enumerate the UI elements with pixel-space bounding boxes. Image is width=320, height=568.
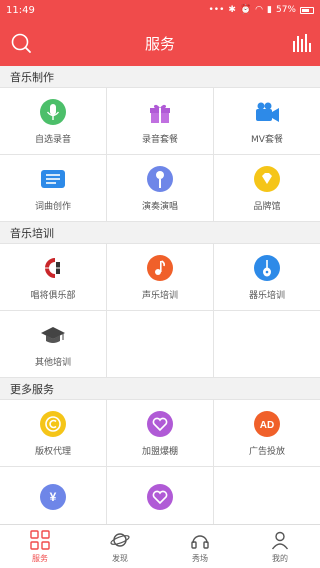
service-performance[interactable]: 演奏演唱 [107, 155, 213, 221]
battery-percent: 57% [275, 5, 296, 15]
service-other-training[interactable]: 其他培训 [0, 311, 106, 377]
status-bar: 11:49 ••• ✱ ⏰ ◠ ▮ 57% [0, 0, 320, 20]
dots-icon: ••• [208, 5, 225, 15]
graduation-cap-icon [41, 326, 65, 343]
svg-text:AD: AD [260, 420, 274, 431]
service-recording-package[interactable]: 录音套餐 [107, 88, 213, 154]
tab-service[interactable]: 服务 [0, 525, 80, 568]
app-bar: 服务 [0, 20, 320, 66]
section-title-more: 更多服务 [0, 378, 320, 399]
music-chart-icon[interactable] [290, 32, 312, 54]
section-title-production: 音乐制作 [0, 66, 320, 87]
service-content: 音乐制作 自选录音 录音套餐 MV套餐 词曲创作 演奏演唱 品牌馆 音乐培训 唱… [0, 66, 320, 524]
heart-icon [147, 484, 173, 510]
page-title: 服务 [144, 34, 175, 53]
service-copyright-agency[interactable]: 版权代理 [0, 400, 106, 466]
ci-logo-icon [41, 257, 65, 278]
empty-cell [107, 311, 213, 377]
service-lyrics-composition[interactable]: 词曲创作 [0, 155, 106, 221]
search-icon[interactable] [10, 32, 32, 54]
empty-cell [214, 311, 320, 377]
training-grid: 唱将俱乐部 声乐培训 器乐培训 其他培训 [0, 243, 320, 378]
yuan-icon: ¥ [40, 484, 66, 510]
service-advertising[interactable]: AD 广告投放 [214, 400, 320, 466]
bottom-tab-bar: 服务 发现 秀场 我的 [0, 524, 320, 568]
service-brand-hall[interactable]: 品牌馆 [214, 155, 320, 221]
service-mv-package[interactable]: MV套餐 [214, 88, 320, 154]
production-grid: 自选录音 录音套餐 MV套餐 词曲创作 演奏演唱 品牌馆 [0, 87, 320, 222]
planet-icon [110, 532, 130, 547]
service-franchise[interactable]: 加盟爆棚 [107, 400, 213, 466]
signal-icon: ▮ [267, 5, 272, 15]
heart-icon [147, 410, 173, 437]
guitar-icon [254, 254, 280, 281]
wifi-icon: ◠ [255, 5, 264, 15]
empty-cell [214, 467, 320, 524]
service-self-recording[interactable]: 自选录音 [0, 88, 106, 154]
notes-icon [41, 169, 65, 188]
bluetooth-icon: ✱ [228, 5, 236, 15]
status-icons: ••• ✱ ⏰ ◠ ▮ 57% [208, 5, 314, 15]
battery-icon [300, 6, 314, 14]
service-more-heart[interactable] [107, 467, 213, 524]
tab-discover[interactable]: 发现 [80, 525, 160, 568]
music-note-icon [147, 254, 173, 281]
tab-showroom[interactable]: 秀场 [160, 525, 240, 568]
ad-icon: AD [254, 410, 280, 437]
user-icon [271, 531, 289, 549]
section-title-training: 音乐培训 [0, 222, 320, 243]
microphone-icon [40, 98, 66, 125]
status-time: 11:49 [6, 4, 35, 16]
more-grid: 版权代理 加盟爆棚 AD 广告投放 ¥ [0, 399, 320, 524]
mic-stand-icon [147, 165, 173, 192]
video-camera-icon [256, 102, 279, 122]
service-vocal-training[interactable]: 声乐培训 [107, 244, 213, 310]
service-instrument-training[interactable]: 器乐培训 [214, 244, 320, 310]
service-singer-club[interactable]: 唱将俱乐部 [0, 244, 106, 310]
grid-icon [30, 529, 50, 550]
diamond-icon [254, 165, 280, 192]
tab-mine[interactable]: 我的 [240, 525, 320, 568]
gift-icon [150, 104, 170, 123]
copyright-icon [40, 410, 66, 437]
headphones-icon [191, 534, 209, 549]
service-payment[interactable]: ¥ [0, 467, 106, 524]
alarm-icon: ⏰ [239, 5, 252, 15]
svg-text:¥: ¥ [50, 490, 57, 504]
